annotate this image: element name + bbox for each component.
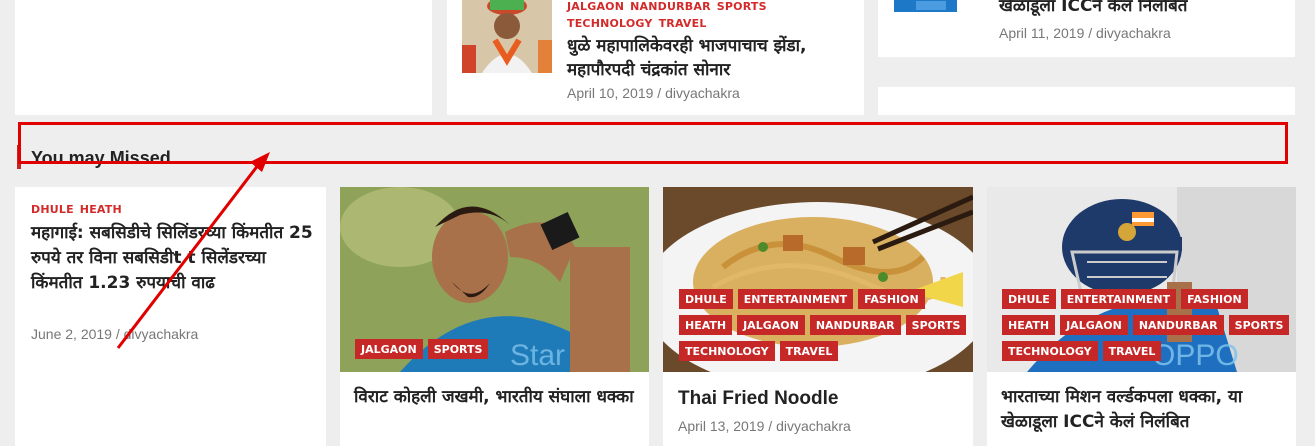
annotation-arrow-icon <box>116 152 270 349</box>
